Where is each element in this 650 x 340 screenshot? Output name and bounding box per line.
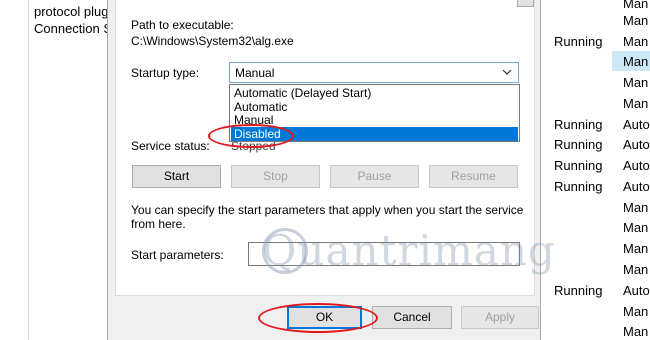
status-cell: Running — [554, 283, 603, 298]
dropdown-option-automatic-delayed[interactable]: Automatic (Delayed Start) — [231, 86, 518, 100]
ok-highlight-circle — [258, 303, 378, 333]
startup-cell: Man — [623, 0, 649, 11]
status-cell: Running — [554, 117, 603, 132]
startup-cell: Man — [623, 241, 649, 256]
disabled-highlight-circle — [208, 124, 294, 148]
startup-cell: Man — [623, 75, 649, 90]
description-text-line: Connection S — [34, 21, 113, 36]
startup-cell: Man — [623, 54, 649, 69]
startup-type-value: Manual — [235, 66, 275, 80]
startup-cell: Man — [623, 324, 649, 339]
dropdown-option-automatic[interactable]: Automatic — [231, 100, 518, 114]
startup-type-combobox[interactable]: Manual — [229, 62, 519, 83]
status-cell: Running — [554, 158, 603, 173]
startup-cell: Man — [623, 220, 649, 235]
startup-type-label: Startup type: — [131, 66, 200, 80]
path-label: Path to executable: — [131, 18, 234, 32]
startup-cell: Man — [623, 200, 649, 215]
pause-button[interactable]: Pause — [330, 165, 419, 188]
status-cell: Running — [554, 34, 603, 49]
start-button[interactable]: Start — [132, 165, 221, 188]
startup-cell: Man — [623, 304, 649, 319]
help-text: You can specify the start parameters tha… — [131, 203, 524, 217]
service-status-label: Service status: — [131, 139, 210, 153]
startup-cell: Auto — [623, 179, 650, 194]
startup-cell: Auto — [623, 117, 650, 132]
startup-cell: Man — [623, 96, 649, 111]
services-description-column — [28, 0, 108, 340]
watermark-text: Quantrimang — [262, 226, 556, 275]
startup-cell: Man — [623, 262, 649, 277]
status-cell: Running — [554, 179, 603, 194]
status-cell: Running — [554, 137, 603, 152]
apply-button[interactable]: Apply — [461, 306, 539, 329]
startup-cell: Auto — [623, 283, 650, 298]
help-text: from here. — [131, 217, 186, 231]
chevron-down-icon — [501, 66, 513, 81]
startup-cell: Man — [623, 13, 649, 28]
path-value: C:\Windows\System32\alg.exe — [131, 34, 294, 48]
description-text-line: protocol plug — [34, 4, 109, 19]
start-parameters-label: Start parameters: — [131, 248, 224, 262]
edit-button-partial[interactable] — [517, 0, 534, 7]
startup-cell: Auto — [623, 137, 650, 152]
stop-button[interactable]: Stop — [231, 165, 320, 188]
cancel-button[interactable]: Cancel — [372, 306, 452, 329]
startup-cell: Auto — [623, 158, 650, 173]
resume-button[interactable]: Resume — [429, 165, 518, 188]
startup-cell: Man — [623, 34, 649, 49]
